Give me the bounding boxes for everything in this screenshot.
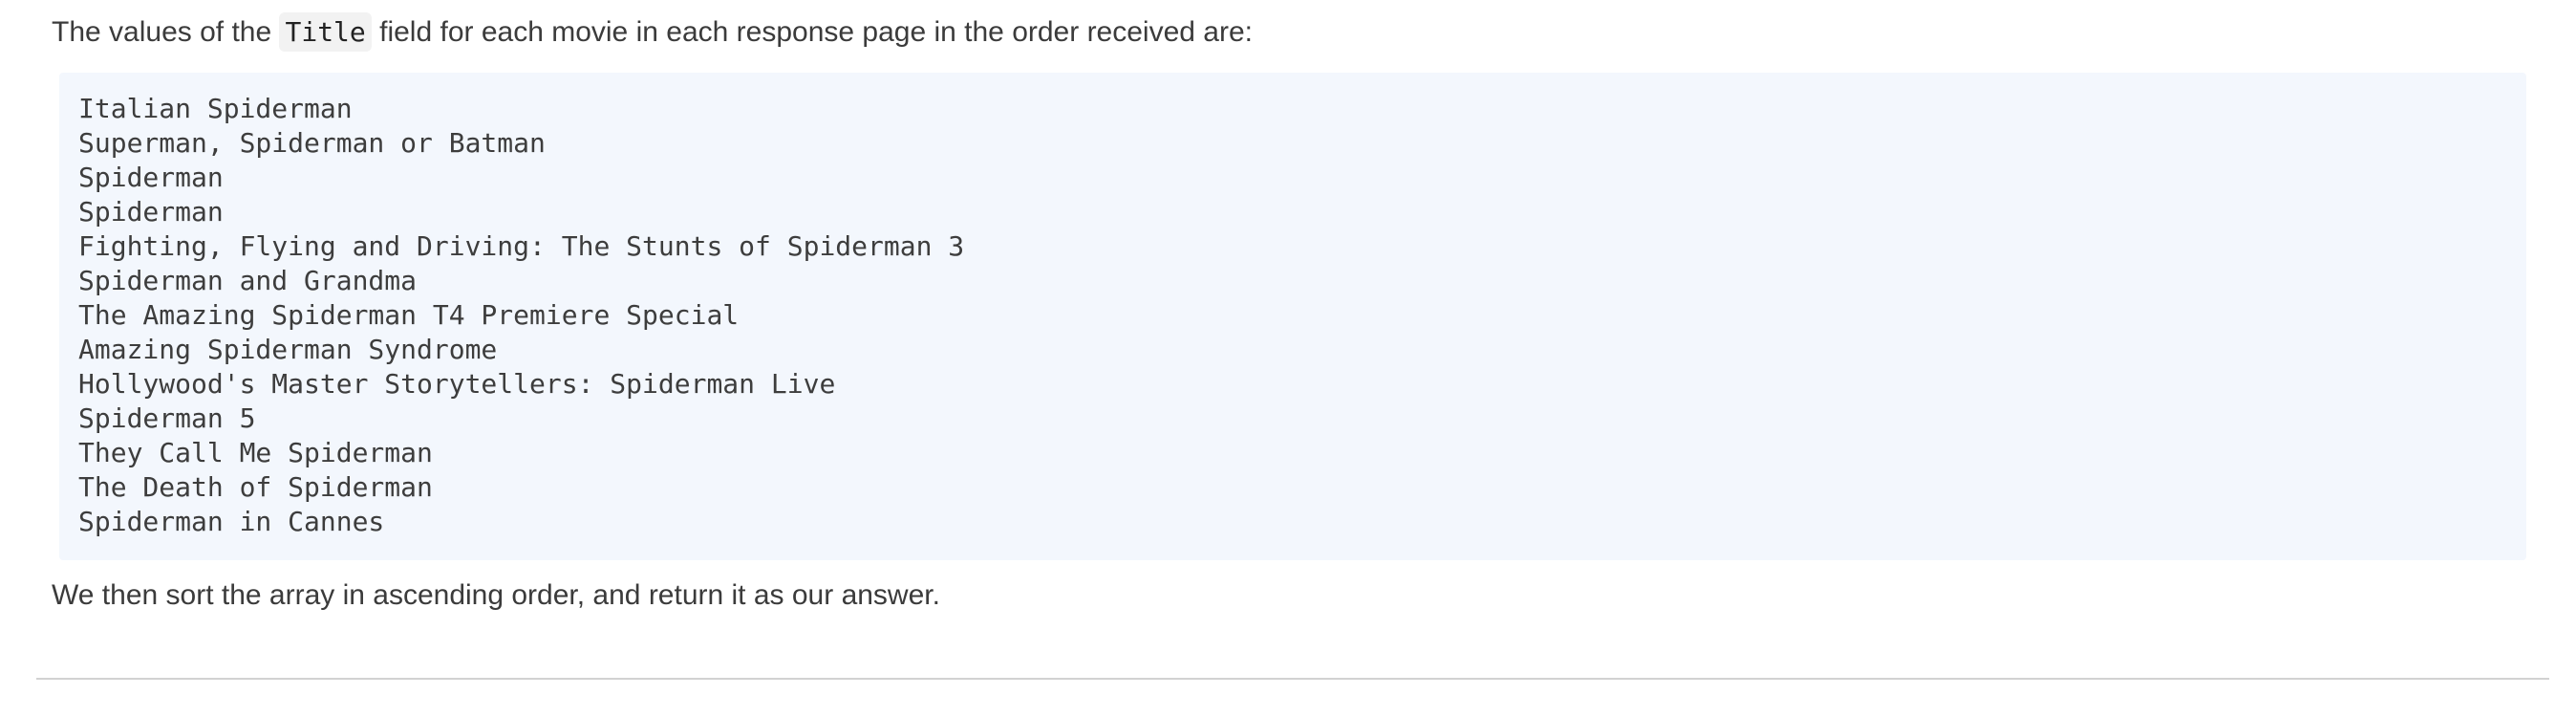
code-line: Hollywood's Master Storytellers: Spiderm… xyxy=(78,368,836,400)
code-line: Spiderman xyxy=(78,162,224,193)
code-line: Fighting, Flying and Driving: The Stunts… xyxy=(78,230,965,262)
code-block: Italian Spiderman Superman, Spiderman or… xyxy=(59,73,2526,560)
inline-code-title: Title xyxy=(279,12,372,52)
code-line: They Call Me Spiderman xyxy=(78,437,433,468)
code-line: Spiderman and Grandma xyxy=(78,265,418,296)
code-line: Superman, Spiderman or Batman xyxy=(78,127,546,159)
code-line: The Death of Spiderman xyxy=(78,471,433,503)
intro-text-after: field for each movie in each response pa… xyxy=(371,16,1253,48)
code-line: Italian Spiderman xyxy=(78,93,353,124)
code-line: Spiderman xyxy=(78,196,224,228)
code-line: Amazing Spiderman Syndrome xyxy=(78,334,498,365)
code-line: Spiderman in Cannes xyxy=(78,506,385,537)
code-line: Spiderman 5 xyxy=(78,402,256,434)
intro-text-before: The values of the xyxy=(52,16,280,48)
intro-paragraph: The values of the Title field for each m… xyxy=(52,12,1253,52)
code-line: The Amazing Spiderman T4 Premiere Specia… xyxy=(78,299,740,331)
horizontal-divider xyxy=(36,678,2549,680)
outro-paragraph: We then sort the array in ascending orde… xyxy=(52,579,940,611)
